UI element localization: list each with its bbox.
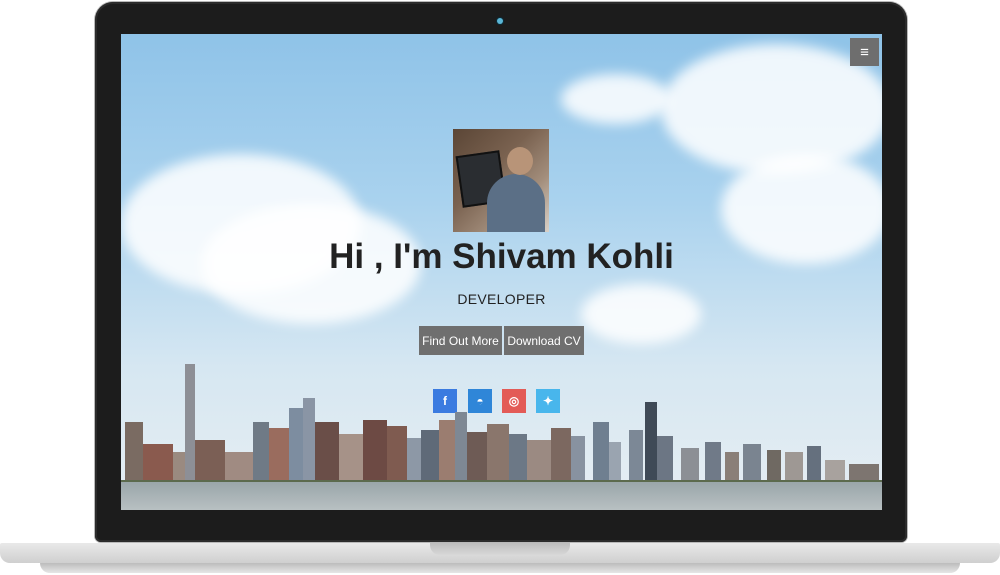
- building: [807, 446, 821, 482]
- building: [439, 420, 455, 482]
- building: [339, 434, 363, 482]
- city-skyline: [121, 364, 882, 510]
- cloud: [661, 44, 882, 174]
- building: [253, 422, 269, 482]
- building: [767, 450, 781, 482]
- avatar-head: [507, 147, 533, 175]
- building: [681, 448, 699, 482]
- building: [629, 430, 643, 482]
- building: [705, 442, 721, 482]
- laptop-base: [0, 543, 1000, 575]
- avatar-person: [487, 174, 545, 232]
- download-cv-button[interactable]: Download CV: [504, 326, 584, 355]
- building: [609, 442, 621, 482]
- laptop-base-bottom: [40, 563, 960, 573]
- laptop-notch: [430, 543, 570, 555]
- building: [487, 424, 509, 482]
- building: [363, 420, 387, 482]
- hero-subtitle: DEVELOPER: [457, 291, 546, 307]
- find-out-more-button[interactable]: Find Out More: [419, 326, 502, 355]
- building: [645, 402, 657, 482]
- building: [657, 436, 673, 482]
- building: [225, 452, 253, 482]
- building: [143, 444, 173, 482]
- avatar: [453, 129, 549, 232]
- building: [467, 432, 487, 482]
- building: [387, 426, 407, 482]
- river-water: [121, 482, 882, 510]
- building: [825, 460, 845, 482]
- building: [407, 438, 421, 482]
- building: [269, 428, 289, 482]
- building: [455, 412, 467, 482]
- building: [421, 430, 439, 482]
- building: [551, 428, 571, 482]
- building: [509, 434, 527, 482]
- camera-icon: [497, 18, 503, 24]
- hamburger-menu-icon: ≡: [860, 43, 869, 61]
- building: [725, 452, 739, 482]
- website-screen: ≡ Hi , I'm Shivam Kohli DEVELOPER Find O…: [121, 34, 882, 510]
- building: [289, 408, 303, 482]
- building: [593, 422, 609, 482]
- building: [743, 444, 761, 482]
- hero-title: Hi , I'm Shivam Kohli: [329, 237, 674, 276]
- menu-button[interactable]: ≡: [850, 38, 879, 66]
- cloud: [561, 74, 671, 124]
- building: [125, 422, 143, 482]
- building: [303, 398, 315, 482]
- building: [315, 422, 339, 482]
- building: [571, 436, 585, 482]
- building: [527, 440, 551, 482]
- building: [185, 364, 195, 482]
- building: [785, 452, 803, 482]
- building: [195, 440, 225, 482]
